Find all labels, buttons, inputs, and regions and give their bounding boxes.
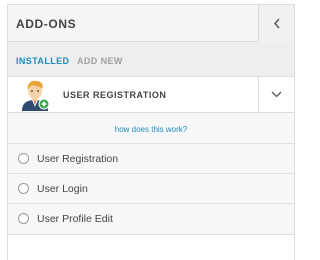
- radio-button[interactable]: [18, 153, 29, 164]
- tab-add-new[interactable]: ADD NEW: [77, 56, 123, 66]
- option-user-login[interactable]: User Login: [8, 173, 294, 203]
- panel-title: ADD-ONS: [16, 17, 77, 31]
- addons-panel: ADD-ONS INSTALLED ADD NEW USER REGISTRAT…: [7, 4, 295, 260]
- radio-button[interactable]: [18, 213, 29, 224]
- panel-header: ADD-ONS: [8, 4, 294, 42]
- option-label: User Registration: [37, 153, 119, 165]
- chevron-down-icon: [271, 91, 282, 98]
- chevron-left-icon: [274, 18, 280, 29]
- option-user-registration[interactable]: User Registration: [8, 143, 294, 173]
- radio-button[interactable]: [18, 183, 29, 194]
- addon-name: USER REGISTRATION: [63, 90, 167, 100]
- addon-details: how does this work? User Registration Us…: [8, 113, 294, 235]
- how-it-works-link[interactable]: how does this work?: [8, 125, 294, 134]
- back-button[interactable]: [258, 5, 294, 42]
- option-user-profile-edit[interactable]: User Profile Edit: [8, 203, 294, 233]
- addons-tabs: INSTALLED ADD NEW: [8, 42, 294, 77]
- addon-row-user-registration[interactable]: USER REGISTRATION: [8, 77, 294, 113]
- user-add-avatar-icon: [22, 80, 50, 111]
- expand-toggle-button[interactable]: [258, 77, 294, 112]
- tab-installed[interactable]: INSTALLED: [16, 56, 69, 66]
- option-label: User Login: [37, 183, 88, 195]
- option-label: User Profile Edit: [37, 213, 113, 225]
